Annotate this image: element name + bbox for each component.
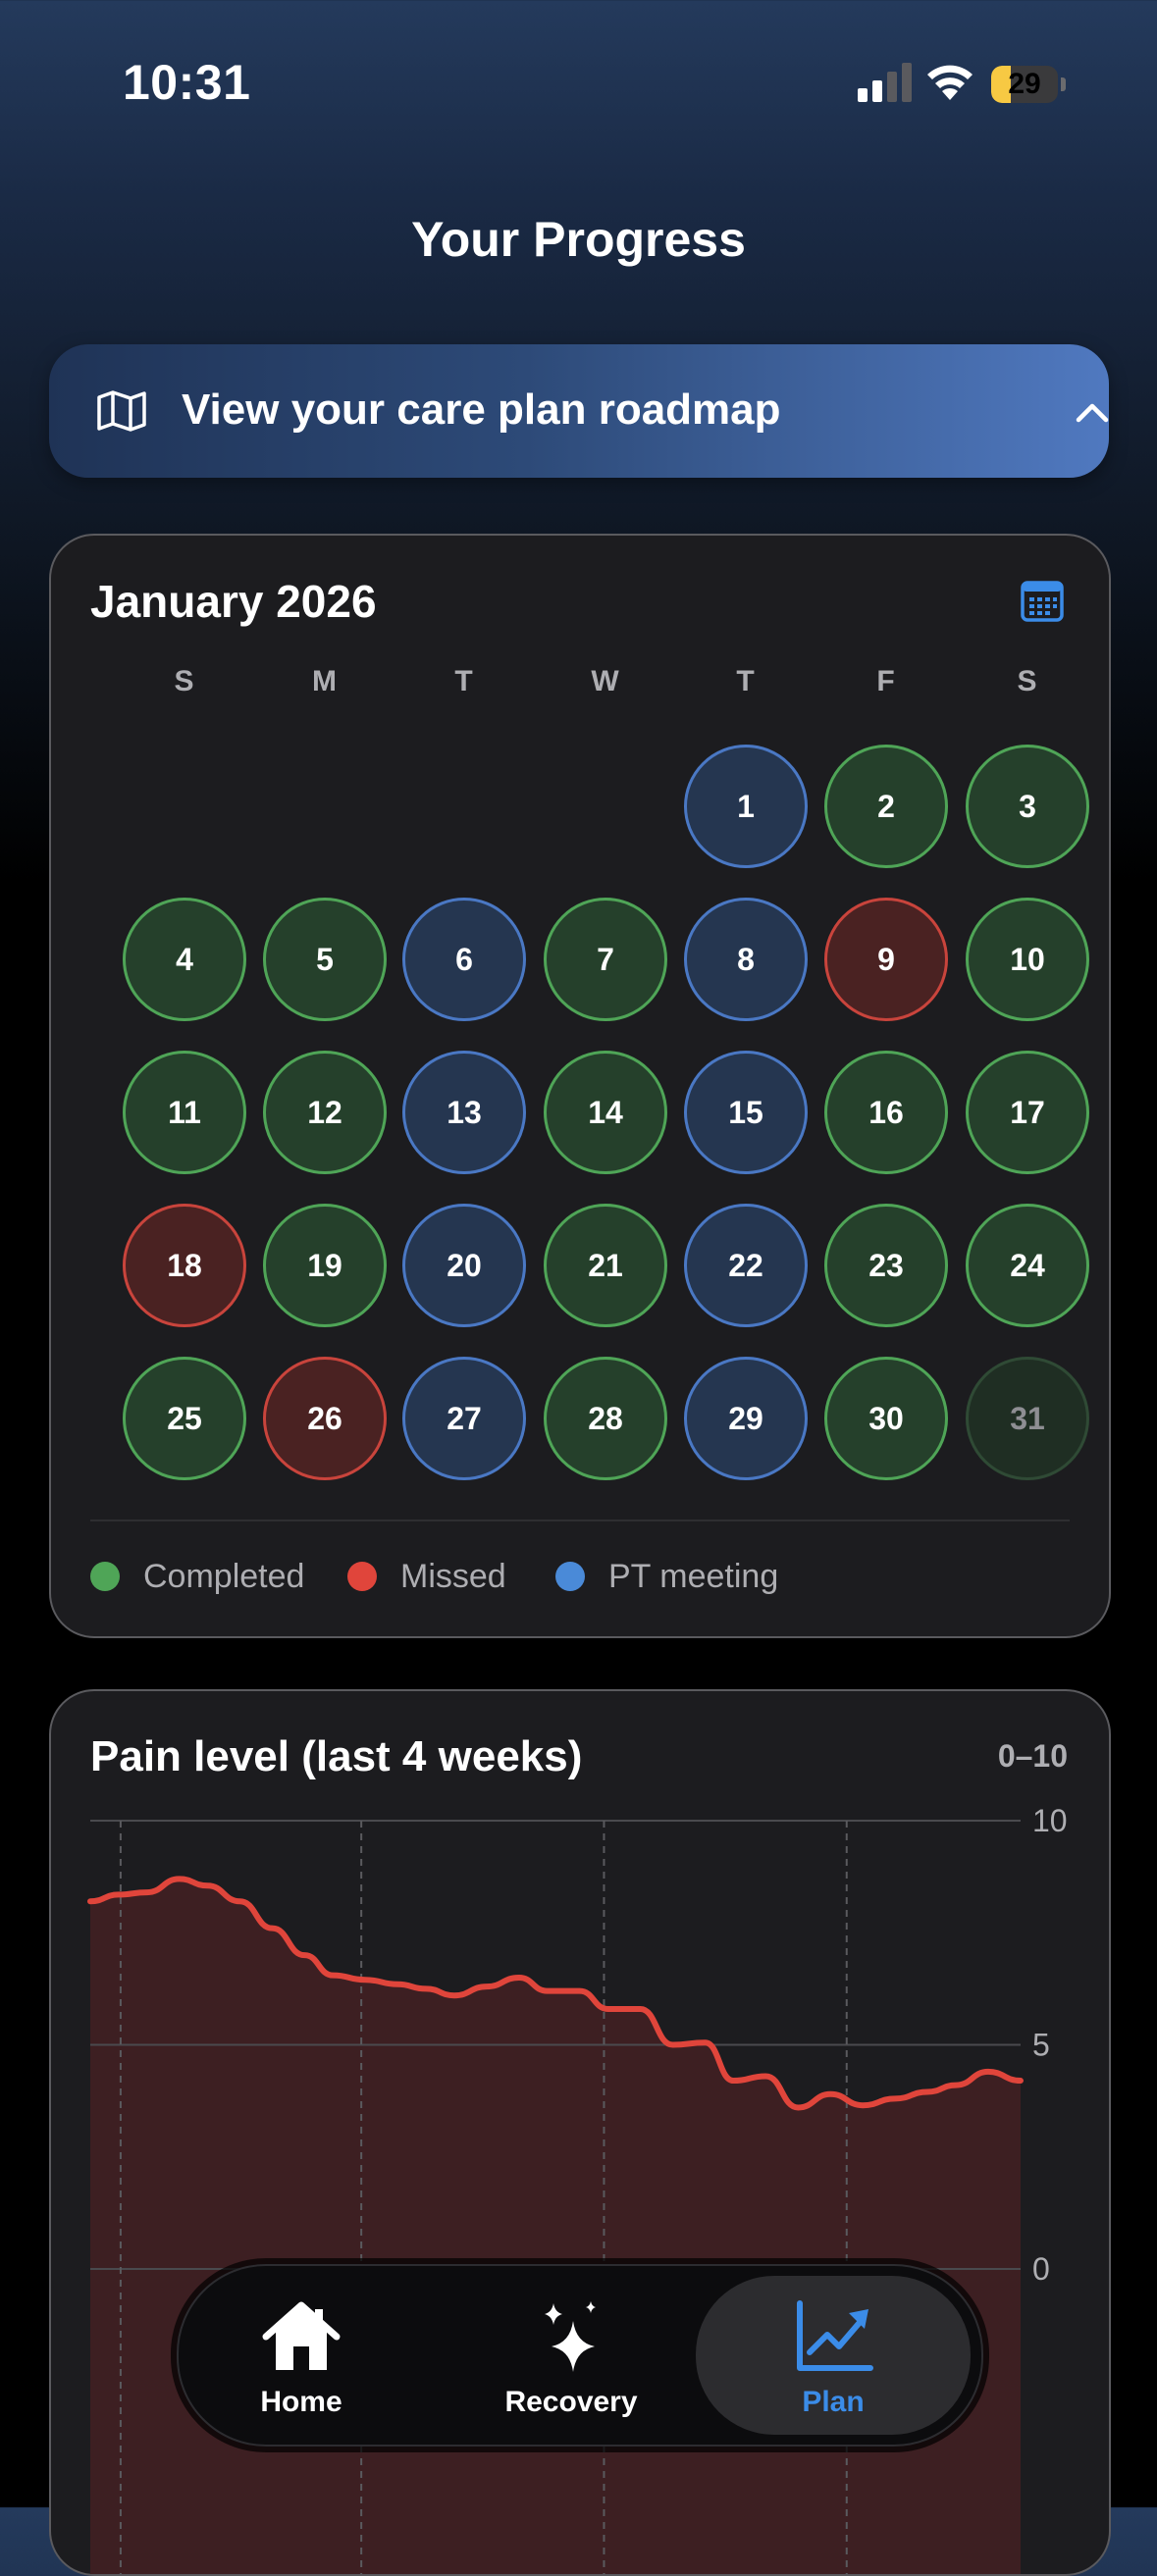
legend-label: Completed xyxy=(143,1557,305,1595)
pain-area xyxy=(90,1879,1021,2574)
calendar-day-11[interactable]: 11 xyxy=(123,1051,246,1174)
page-title: Your Progress xyxy=(411,212,746,267)
calendar-day-6[interactable]: 6 xyxy=(402,898,526,1021)
weekday-header: W xyxy=(591,665,620,697)
battery-percent: 29 xyxy=(1008,68,1041,100)
home-icon xyxy=(262,2301,341,2370)
cellular-signal-icon xyxy=(858,63,912,102)
weekday-header: S xyxy=(1017,665,1038,697)
weekday-header: T xyxy=(454,665,474,697)
calendar-day-19[interactable]: 19 xyxy=(263,1204,387,1327)
legend-label: PT meeting xyxy=(608,1557,779,1595)
calendar-day-21[interactable]: 21 xyxy=(544,1204,667,1327)
legend-dot xyxy=(347,1562,377,1591)
calendar-divider xyxy=(90,1520,1070,1521)
y-tick-label: 5 xyxy=(1032,2028,1050,2063)
calendar-day-2[interactable]: 2 xyxy=(824,745,948,868)
sparkles-icon xyxy=(545,2301,596,2372)
calendar-day-25[interactable]: 25 xyxy=(123,1357,246,1480)
legend-dot xyxy=(555,1562,585,1591)
status-time: 10:31 xyxy=(123,55,251,110)
calendar-day-31[interactable]: 31 xyxy=(966,1357,1089,1480)
calendar-day-22[interactable]: 22 xyxy=(684,1204,808,1327)
tab-plan-label: Plan xyxy=(802,2386,865,2418)
calendar-day-16[interactable]: 16 xyxy=(824,1051,948,1174)
calendar-day-23[interactable]: 23 xyxy=(824,1204,948,1327)
wifi-icon xyxy=(927,65,973,100)
calendar-day-18[interactable]: 18 xyxy=(123,1204,246,1327)
calendar-month-title: January 2026 xyxy=(90,576,377,627)
calendar-day-4[interactable]: 4 xyxy=(123,898,246,1021)
chart-line-icon xyxy=(797,2300,873,2371)
calendar-day-14[interactable]: 14 xyxy=(544,1051,667,1174)
weekday-header: M xyxy=(312,665,338,697)
calendar-day-28[interactable]: 28 xyxy=(544,1357,667,1480)
weekday-header: S xyxy=(174,665,195,697)
calendar-day-9[interactable]: 9 xyxy=(824,898,948,1021)
battery-indicator: 29 xyxy=(991,66,1066,103)
calendar-day-24[interactable]: 24 xyxy=(966,1204,1089,1327)
legend-label: Missed xyxy=(400,1557,506,1595)
y-tick-label: 10 xyxy=(1032,1803,1068,1838)
calendar-day-27[interactable]: 27 xyxy=(402,1357,526,1480)
calendar-day-7[interactable]: 7 xyxy=(544,898,667,1021)
legend-dot xyxy=(90,1562,120,1591)
calendar-day-26[interactable]: 26 xyxy=(263,1357,387,1480)
calendar-day-15[interactable]: 15 xyxy=(684,1051,808,1174)
chevron-up-icon[interactable] xyxy=(1075,401,1110,423)
tab-recovery-label: Recovery xyxy=(504,2386,638,2418)
map-icon xyxy=(97,390,146,432)
calendar-day-10[interactable]: 10 xyxy=(966,898,1089,1021)
roadmap-label: View your care plan roadmap xyxy=(182,386,781,434)
calendar-day-20[interactable]: 20 xyxy=(402,1204,526,1327)
legend-item: PT meeting xyxy=(555,1555,778,1598)
tab-home-label: Home xyxy=(260,2386,342,2418)
tab-plan[interactable]: Plan xyxy=(696,2276,971,2435)
calendar-day-8[interactable]: 8 xyxy=(684,898,808,1021)
care-plan-roadmap-button[interactable]: View your care plan roadmap xyxy=(49,344,1109,478)
calendar-day-5[interactable]: 5 xyxy=(263,898,387,1021)
tab-home[interactable]: Home xyxy=(218,2266,385,2445)
calendar-day-3[interactable]: 3 xyxy=(966,745,1089,868)
calendar-day-29[interactable]: 29 xyxy=(684,1357,808,1480)
calendar-day-30[interactable]: 30 xyxy=(824,1357,948,1480)
status-bar: 10:31 29 xyxy=(0,0,1157,167)
calendar-day-12[interactable]: 12 xyxy=(263,1051,387,1174)
tab-recovery[interactable]: Recovery xyxy=(473,2266,669,2445)
tab-bar: Home Recovery Plan xyxy=(177,2264,983,2447)
legend-item: Completed xyxy=(90,1555,304,1598)
calendar-day-1[interactable]: 1 xyxy=(684,745,808,868)
calendar-day-13[interactable]: 13 xyxy=(402,1051,526,1174)
legend-item: Missed xyxy=(347,1555,506,1598)
weekday-header: F xyxy=(876,665,896,697)
calendar-day-17[interactable]: 17 xyxy=(966,1051,1089,1174)
weekday-header: T xyxy=(736,665,756,697)
calendar-card: January 2026 SMTWTFS 1 2 3 4 5 6 7 8 9 10 11 12 13 14… xyxy=(49,534,1111,1638)
y-tick-label: 0 xyxy=(1032,2251,1050,2287)
calendar-icon[interactable] xyxy=(1021,581,1064,622)
